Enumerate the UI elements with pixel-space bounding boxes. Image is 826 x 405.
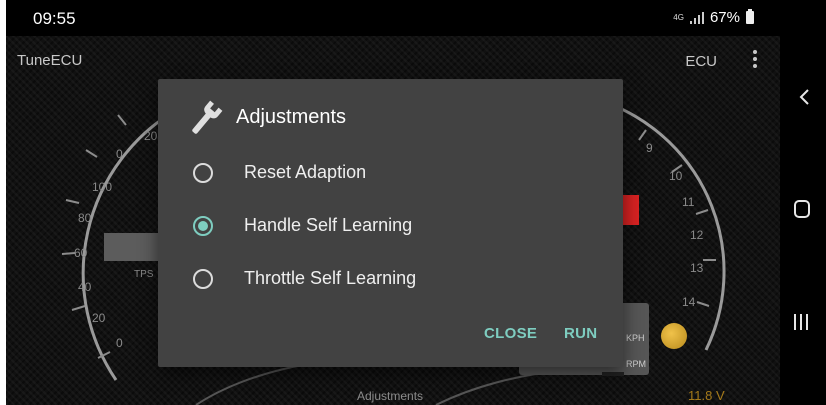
- left-tick-label: 60: [74, 246, 88, 260]
- tps-panel: [104, 233, 164, 261]
- left-tick-label: 0: [116, 147, 123, 161]
- radio-button[interactable]: [193, 269, 213, 289]
- navigation-bar: [780, 0, 826, 405]
- wrench-icon: [192, 100, 223, 134]
- option-handle-self-learning[interactable]: Handle Self Learning: [158, 205, 623, 249]
- ecu-menu[interactable]: ECU: [685, 53, 717, 70]
- footer-label: Adjustments: [357, 389, 424, 403]
- battery-percent: 67%: [709, 9, 740, 26]
- dialog-title: Adjustments: [236, 106, 347, 128]
- status-time: 09:55: [33, 9, 76, 28]
- right-tick-label: 11: [682, 195, 695, 209]
- right-tick-label: 9: [646, 141, 653, 155]
- close-button[interactable]: CLOSE: [484, 325, 537, 342]
- rpm-label: RPM: [626, 359, 646, 369]
- more-vertical-icon[interactable]: [752, 50, 758, 70]
- radio-button[interactable]: [193, 163, 213, 183]
- option-label: Throttle Self Learning: [244, 268, 417, 288]
- left-tick-label: 80: [78, 211, 92, 225]
- adjustments-dialog: Adjustments Reset Adaption Handle Self L…: [158, 79, 623, 367]
- home-icon[interactable]: [794, 200, 810, 218]
- voltage-readout: 11.8 V: [688, 388, 725, 403]
- radio-button-checked[interactable]: [193, 216, 213, 236]
- rpm-bar: [602, 372, 624, 376]
- left-tick-label: 100: [92, 180, 112, 194]
- right-gauge-ticks: [638, 129, 716, 307]
- tps-label: TPS: [134, 269, 154, 280]
- right-tick-label: 10: [669, 169, 683, 183]
- bottom-arc-right: [435, 369, 567, 405]
- option-reset-adaption[interactable]: Reset Adaption: [158, 152, 623, 196]
- run-button[interactable]: RUN: [564, 325, 597, 342]
- option-label: Reset Adaption: [244, 162, 367, 182]
- right-tick-label: 14: [682, 295, 696, 309]
- warning-indicator: [623, 195, 639, 225]
- right-tick-label: 12: [690, 228, 704, 242]
- left-tick-label: 20: [92, 311, 106, 325]
- status-bar: 09:55 4G 67%: [6, 0, 780, 36]
- signal-icon: [689, 11, 704, 24]
- left-tick-label: 20: [144, 129, 158, 143]
- left-tick-label: 40: [78, 280, 92, 294]
- right-tick-label: 13: [690, 261, 704, 275]
- app-screen: 20 0 100 80 60 40 20 0 TPS 9 10 11 12 13…: [6, 0, 780, 405]
- option-throttle-self-learning[interactable]: Throttle Self Learning: [158, 258, 623, 302]
- kph-label: KPH: [626, 333, 645, 343]
- status-indicator-icon: [661, 323, 687, 349]
- left-tick-label: 0: [116, 336, 123, 350]
- back-icon[interactable]: [798, 88, 810, 106]
- app-title: TuneECU: [17, 52, 83, 69]
- status-icons: 4G 67%: [673, 9, 754, 26]
- battery-icon: [746, 9, 754, 24]
- recent-apps-icon[interactable]: [794, 314, 810, 330]
- option-label: Handle Self Learning: [244, 215, 413, 235]
- network-type: 4G: [673, 13, 684, 22]
